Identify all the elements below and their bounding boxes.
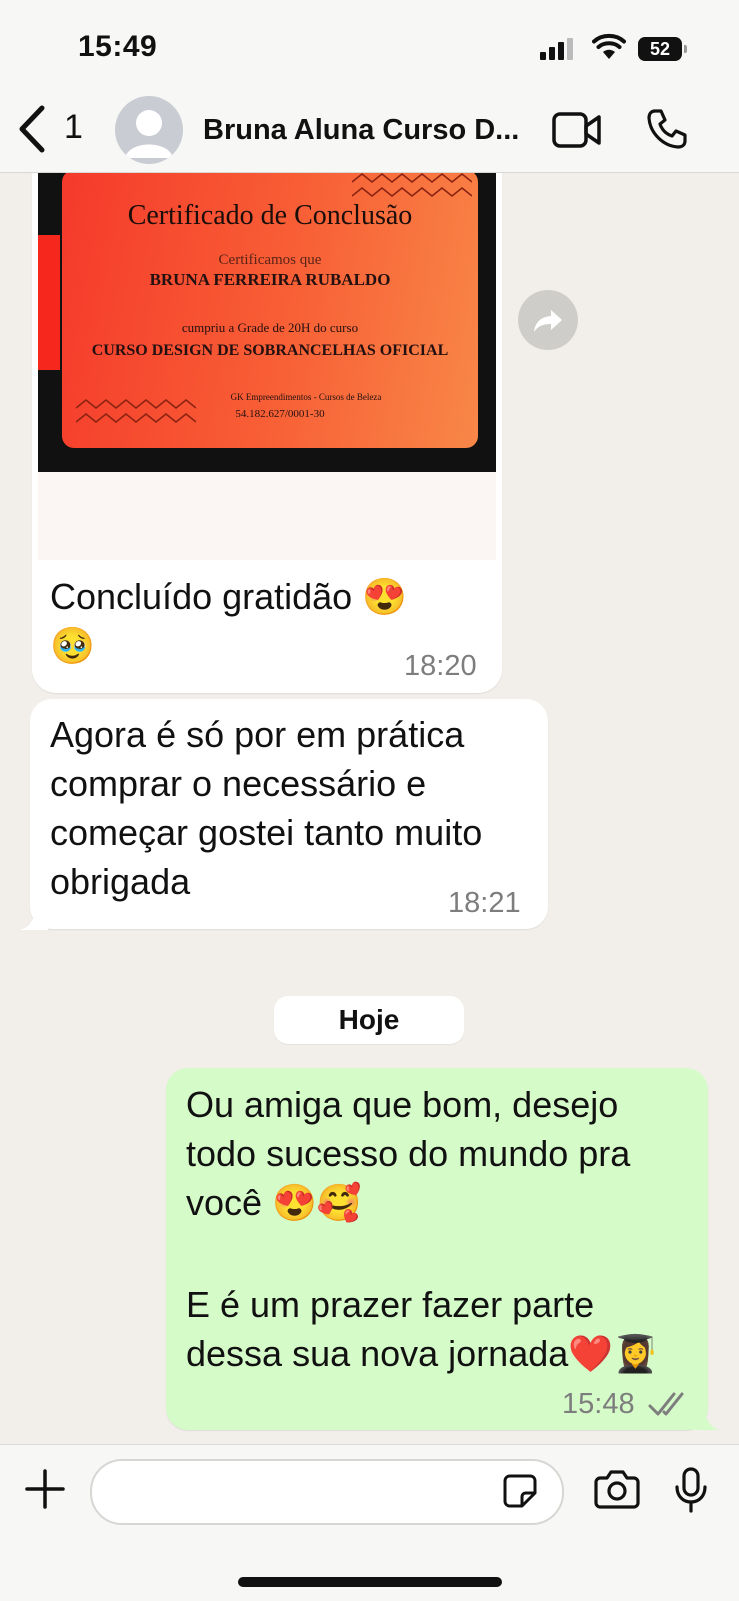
status-time: 15:49 xyxy=(78,30,158,63)
wifi-icon xyxy=(592,33,626,59)
certificate-course-name: CURSO DESIGN DE SOBRANCELHAS OFICIAL xyxy=(91,342,449,359)
forward-icon xyxy=(534,310,562,332)
message-input[interactable] xyxy=(90,1459,564,1525)
contact-avatar[interactable] xyxy=(115,96,183,164)
certificate-decoration xyxy=(38,235,60,370)
sticker-icon[interactable] xyxy=(502,1473,538,1509)
message-time: 18:20 xyxy=(404,650,477,682)
forward-button[interactable] xyxy=(518,290,578,350)
message-time: 15:48 xyxy=(562,1388,635,1420)
message-text: Ou amiga que bom, desejo todo sucesso do… xyxy=(186,1084,631,1223)
phone-icon[interactable] xyxy=(646,108,688,150)
home-indicator xyxy=(238,1577,502,1587)
contact-name[interactable]: Bruna Aluna Curso D... xyxy=(203,114,519,147)
message-time: 18:21 xyxy=(448,887,521,919)
certificate-card: Certificado de Conclusão Certificamos qu… xyxy=(62,170,478,448)
chevron-left-icon[interactable] xyxy=(14,104,48,154)
message-composer xyxy=(0,1444,739,1601)
cellular-signal-icon xyxy=(540,38,576,60)
camera-icon[interactable] xyxy=(594,1469,640,1509)
message-text: Concluído gratidão 😍 🥹 xyxy=(50,576,408,666)
certificate-student-name: BRUNA FERREIRA RUBALDO xyxy=(149,270,391,289)
plus-icon[interactable] xyxy=(25,1469,65,1509)
day-separator: Hoje xyxy=(274,996,464,1044)
certificate-certify-text: Certificamos que xyxy=(218,252,322,268)
video-icon[interactable] xyxy=(552,110,602,150)
certificate-cnpj: 54.182.627/0001-30 xyxy=(235,408,325,420)
person-icon xyxy=(125,110,173,158)
bubble-tail xyxy=(692,1408,720,1430)
chat-header: 15:49 52 1 Bruna Aluna Curso D... xyxy=(0,0,739,173)
certificate-issuer: GK Empreendimentos - Cursos de Beleza xyxy=(230,392,382,402)
battery-icon: 52 xyxy=(638,37,687,61)
message-text: E é um prazer fazer parte dessa sua nova… xyxy=(186,1284,658,1374)
microphone-icon[interactable] xyxy=(674,1467,708,1513)
chat-area[interactable]: Certificado de Conclusão Certificamos qu… xyxy=(0,0,739,1444)
message-text: Agora é só por em prática comprar o nece… xyxy=(50,714,483,902)
certificate-title: Certificado de Conclusão xyxy=(127,200,413,231)
back-unread-count[interactable]: 1 xyxy=(64,108,83,147)
double-check-icon xyxy=(648,1392,684,1416)
bubble-tail xyxy=(20,908,48,930)
certificate-completion-text: cumpriu a Grade de 20H do curso xyxy=(181,320,359,335)
